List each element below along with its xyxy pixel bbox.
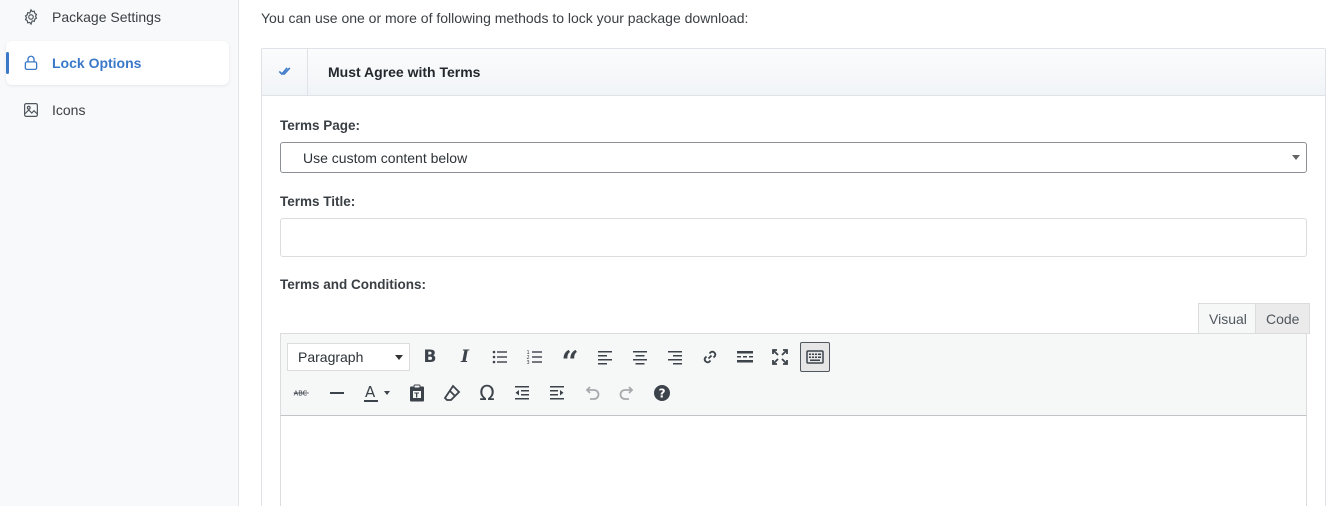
- chevron-down-icon: [1292, 155, 1300, 160]
- special-character-button[interactable]: Ω: [472, 378, 502, 408]
- align-left-icon: [598, 351, 612, 365]
- clipboard-icon: T: [410, 384, 424, 402]
- text-color-button[interactable]: A: [357, 378, 397, 408]
- undo-button[interactable]: [577, 378, 607, 408]
- toolbar-toggle-button[interactable]: [800, 342, 830, 372]
- eraser-icon: [443, 384, 461, 401]
- tab-code[interactable]: Code: [1255, 303, 1311, 334]
- paste-text-button[interactable]: T: [402, 378, 432, 408]
- bold-icon: B: [423, 347, 437, 367]
- align-right-icon: [668, 351, 682, 365]
- help-icon: ?: [654, 385, 670, 401]
- keyboard-icon: [806, 350, 824, 364]
- intro-text: You can use one or more of following met…: [261, 10, 749, 26]
- svg-text:T: T: [414, 391, 419, 399]
- terms-page-value: Use custom content below: [303, 149, 468, 166]
- toolbar-row-1: Paragraph B I 123 “: [281, 339, 830, 378]
- indent-icon: [550, 386, 564, 400]
- format-select[interactable]: Paragraph: [287, 343, 410, 371]
- tab-visual[interactable]: Visual: [1198, 303, 1258, 334]
- fullscreen-button[interactable]: [765, 342, 795, 372]
- sidebar-item-lock-options[interactable]: Lock Options: [6, 41, 229, 85]
- svg-text:3: 3: [527, 360, 530, 366]
- clear-formatting-button[interactable]: [437, 378, 467, 408]
- lock-icon: [22, 54, 40, 72]
- svg-text:A: A: [365, 383, 376, 401]
- numbered-list-button[interactable]: 123: [520, 342, 550, 372]
- image-icon: [22, 101, 40, 119]
- redo-icon: [619, 386, 634, 400]
- read-more-button[interactable]: [730, 342, 760, 372]
- terms-page-label: Terms Page:: [280, 118, 361, 133]
- sidebar-item-label: Icons: [52, 102, 86, 118]
- terms-page-select[interactable]: Use custom content below: [280, 142, 1307, 173]
- align-right-button[interactable]: [660, 342, 690, 372]
- svg-text:ABC: ABC: [294, 390, 308, 398]
- align-center-icon: [633, 351, 647, 365]
- outdent-button[interactable]: [507, 378, 537, 408]
- redo-button[interactable]: [612, 378, 642, 408]
- outdent-icon: [515, 386, 529, 400]
- horizontal-line-button[interactable]: [322, 378, 352, 408]
- panel-header: Must Agree with Terms: [262, 49, 1325, 96]
- sidebar-item-label: Lock Options: [52, 55, 142, 71]
- format-value: Paragraph: [298, 349, 364, 365]
- bullet-list-icon: [492, 350, 507, 364]
- terms-title-input[interactable]: [280, 218, 1307, 257]
- gear-icon: [22, 8, 40, 26]
- toolbar-row-2: ABC A T Ω ?: [281, 375, 677, 411]
- terms-lock-panel: Must Agree with Terms Terms Page: Use cu…: [261, 48, 1326, 506]
- italic-icon: I: [461, 347, 469, 367]
- bold-button[interactable]: B: [415, 342, 445, 372]
- blockquote-button[interactable]: “: [555, 342, 585, 378]
- fullscreen-icon: [772, 349, 788, 365]
- double-check-icon: [278, 64, 292, 81]
- sidebar-item-package-settings[interactable]: Package Settings: [6, 0, 229, 39]
- italic-button[interactable]: I: [450, 342, 480, 372]
- editor-content-area[interactable]: [280, 416, 1307, 506]
- editor-toolbar: Paragraph B I 123 “ ABC A T Ω ?: [280, 333, 1307, 416]
- link-icon: [703, 350, 717, 364]
- horizontal-line-icon: [330, 392, 344, 394]
- strikethrough-icon: ABC: [293, 390, 309, 398]
- numbered-list-icon: 123: [527, 350, 542, 366]
- omega-icon: Ω: [479, 381, 495, 405]
- enable-toggle[interactable]: [262, 49, 308, 95]
- undo-icon: [585, 386, 600, 400]
- quote-icon: “: [561, 345, 579, 380]
- terms-conditions-label: Terms and Conditions:: [280, 277, 427, 292]
- align-center-button[interactable]: [625, 342, 655, 372]
- sidebar: Package Settings Lock Options Icons: [0, 0, 239, 506]
- sidebar-item-label: Package Settings: [52, 9, 161, 25]
- insert-link-button[interactable]: [695, 342, 725, 372]
- panel-title: Must Agree with Terms: [328, 64, 481, 80]
- indent-button[interactable]: [542, 378, 572, 408]
- keyboard-shortcuts-button[interactable]: ?: [647, 378, 677, 408]
- svg-text:?: ?: [659, 386, 666, 400]
- bullet-list-button[interactable]: [485, 342, 515, 372]
- sidebar-item-icons[interactable]: Icons: [6, 88, 229, 132]
- text-color-icon: A: [364, 383, 390, 402]
- terms-title-label: Terms Title:: [280, 194, 356, 209]
- strikethrough-button[interactable]: ABC: [287, 378, 317, 408]
- align-left-button[interactable]: [590, 342, 620, 372]
- read-more-icon: [737, 351, 753, 363]
- chevron-down-icon: [395, 355, 403, 360]
